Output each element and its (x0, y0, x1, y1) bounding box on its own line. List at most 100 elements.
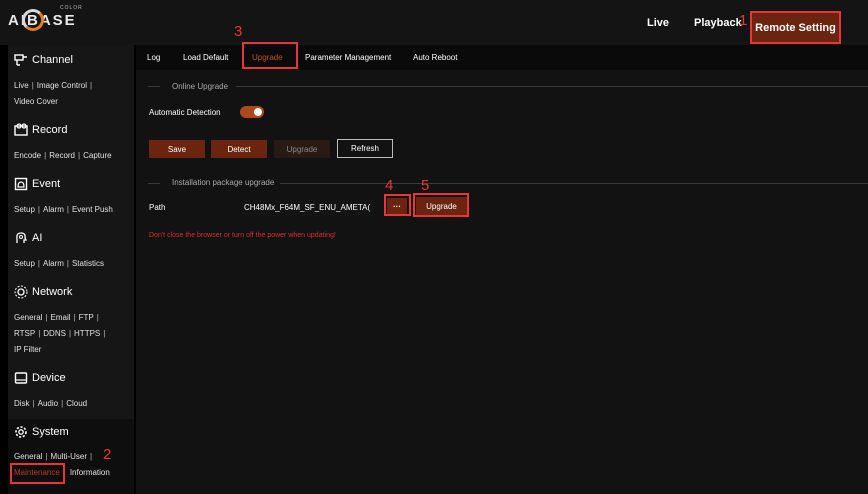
sidebar-section-ai: AI Setup | Alarm | Statistics (8, 227, 134, 272)
sidebar-link-live[interactable]: Live (14, 81, 29, 90)
tab-load-default[interactable]: Load Default (183, 45, 228, 70)
sidebar-title-system-label: System (32, 426, 69, 438)
online-upgrade-button[interactable]: Upgrade (274, 140, 330, 158)
sidebar-section-network: Network General | Email | FTP | RTSP | DDNS | HTT… (8, 281, 134, 358)
nav-playback[interactable]: Playback (694, 0, 742, 45)
separator: | (37, 205, 40, 214)
logo: AIBASE COLOR (8, 5, 82, 31)
sidebar-link-multi-user[interactable]: Multi-User (51, 452, 87, 461)
refresh-button[interactable]: Refresh (337, 139, 393, 158)
sidebar-section-system: System General | Multi-User | Maintenance In… (8, 419, 134, 494)
logo-ring-icon (22, 9, 44, 31)
channel-icon (14, 54, 27, 66)
nav-live[interactable]: Live (647, 0, 669, 45)
separator: | (44, 151, 47, 160)
sidebar-link-net-general[interactable]: General (14, 313, 42, 322)
browse-button[interactable]: ··· (387, 198, 407, 214)
separator: | (66, 205, 69, 214)
package-upgrade-label: Installation package upgrade (172, 178, 275, 187)
save-button[interactable]: Save (149, 140, 205, 158)
record-icon (14, 123, 28, 136)
sidebar-link-information[interactable]: Information (70, 468, 110, 477)
sidebar-section-channel: Channel Live | Image Control | Video Cover (8, 49, 134, 110)
tab-upgrade[interactable]: Upgrade (252, 45, 283, 70)
sidebar-title-channel[interactable]: Channel (8, 49, 134, 71)
sidebar-link-event-push[interactable]: Event Push (72, 205, 113, 214)
sidebar-link-event-setup[interactable]: Setup (14, 205, 35, 214)
sidebar-title-channel-label: Channel (32, 54, 73, 66)
device-disk-icon (14, 372, 28, 384)
marker-3: 3 (234, 23, 243, 40)
path-label: Path (149, 203, 166, 212)
sidebar-link-capture[interactable]: Capture (83, 151, 111, 160)
marker-2: 2 (103, 446, 112, 463)
gear-icon (15, 426, 27, 438)
detect-button[interactable]: Detect (211, 140, 267, 158)
tab-bar: Log Load Default Upgrade Parameter Manag… (136, 45, 868, 70)
sidebar-link-rtsp[interactable]: RTSP (14, 329, 35, 338)
sidebar-link-ftp[interactable]: FTP (79, 313, 94, 322)
sidebar-link-ai-alarm[interactable]: Alarm (43, 259, 64, 268)
separator: | (37, 259, 40, 268)
sidebar-link-image-control[interactable]: Image Control (37, 81, 87, 90)
event-icon (14, 177, 28, 191)
ai-head-icon (16, 232, 28, 243)
automatic-detection-label: Automatic Detection (149, 108, 221, 117)
separator: | (45, 313, 48, 322)
sidebar-link-ai-setup[interactable]: Setup (14, 259, 35, 268)
sidebar-link-audio[interactable]: Audio (38, 399, 58, 408)
tab-auto-reboot[interactable]: Auto Reboot (413, 45, 457, 70)
sidebar-title-network-label: Network (32, 286, 73, 298)
separator: | (103, 329, 106, 338)
section-divider (236, 86, 868, 87)
sidebar-title-event-label: Event (32, 178, 61, 190)
sidebar-link-sys-general[interactable]: General (14, 452, 42, 461)
sidebar-title-record[interactable]: Record (8, 119, 134, 141)
sidebar-link-disk[interactable]: Disk (14, 399, 30, 408)
separator: | (78, 151, 81, 160)
sidebar-link-video-cover[interactable]: Video Cover (14, 97, 58, 106)
separator: | (90, 81, 93, 90)
separator: | (61, 399, 64, 408)
separator: | (38, 329, 41, 338)
package-upgrade-button[interactable]: Upgrade (416, 197, 467, 216)
sidebar-link-https[interactable]: HTTPS (74, 329, 100, 338)
sidebar-section-device: Device Disk | Audio | Cloud (8, 367, 134, 412)
section-divider (280, 183, 868, 184)
separator: | (90, 452, 93, 461)
marker-5: 5 (421, 177, 430, 194)
separator: | (32, 399, 35, 408)
tab-log[interactable]: Log (147, 45, 160, 70)
sidebar-link-cloud[interactable]: Cloud (66, 399, 87, 408)
sidebar-title-device[interactable]: Device (8, 367, 134, 389)
upgrade-warning-text: Don't close the browser or turn off the … (149, 232, 336, 239)
path-input[interactable]: CH48Mx_F64M_SF_ENU_AMETA( (242, 200, 374, 216)
sidebar-link-event-alarm[interactable]: Alarm (43, 205, 64, 214)
separator: | (68, 329, 72, 338)
sidebar-title-ai[interactable]: AI (8, 227, 134, 249)
nav-remote-setting[interactable]: Remote Setting (751, 12, 840, 43)
section-divider (148, 86, 160, 87)
sidebar-title-system[interactable]: System (8, 421, 134, 443)
sidebar-section-event: Event Setup | Alarm | Event Push (8, 173, 134, 218)
automatic-detection-toggle[interactable] (240, 106, 264, 118)
sidebar-link-maintenance[interactable]: Maintenance (14, 468, 60, 477)
separator: | (66, 259, 69, 268)
separator: | (73, 313, 76, 322)
top-header: AIBASE COLOR Live Playback Remote Settin… (0, 0, 868, 45)
sidebar-link-ip-filter[interactable]: IP Filter (14, 345, 41, 354)
sidebar-title-network[interactable]: Network (8, 281, 134, 303)
sidebar-link-record[interactable]: Record (49, 151, 75, 160)
sidebar-link-encode[interactable]: Encode (14, 151, 41, 160)
logo-subtext: COLOR (60, 5, 83, 11)
online-upgrade-label: Online Upgrade (172, 82, 229, 91)
section-divider (148, 183, 160, 184)
main-content: Log Load Default Upgrade Parameter Manag… (136, 45, 868, 494)
sidebar-link-ai-statistics[interactable]: Statistics (72, 259, 104, 268)
sidebar-link-ddns[interactable]: DDNS (43, 329, 66, 338)
sidebar-title-event[interactable]: Event (8, 173, 134, 195)
tab-parameter-management[interactable]: Parameter Management (305, 45, 391, 70)
separator: | (31, 81, 34, 90)
marker-1: 1 (739, 12, 748, 29)
sidebar-link-email[interactable]: Email (51, 313, 71, 322)
